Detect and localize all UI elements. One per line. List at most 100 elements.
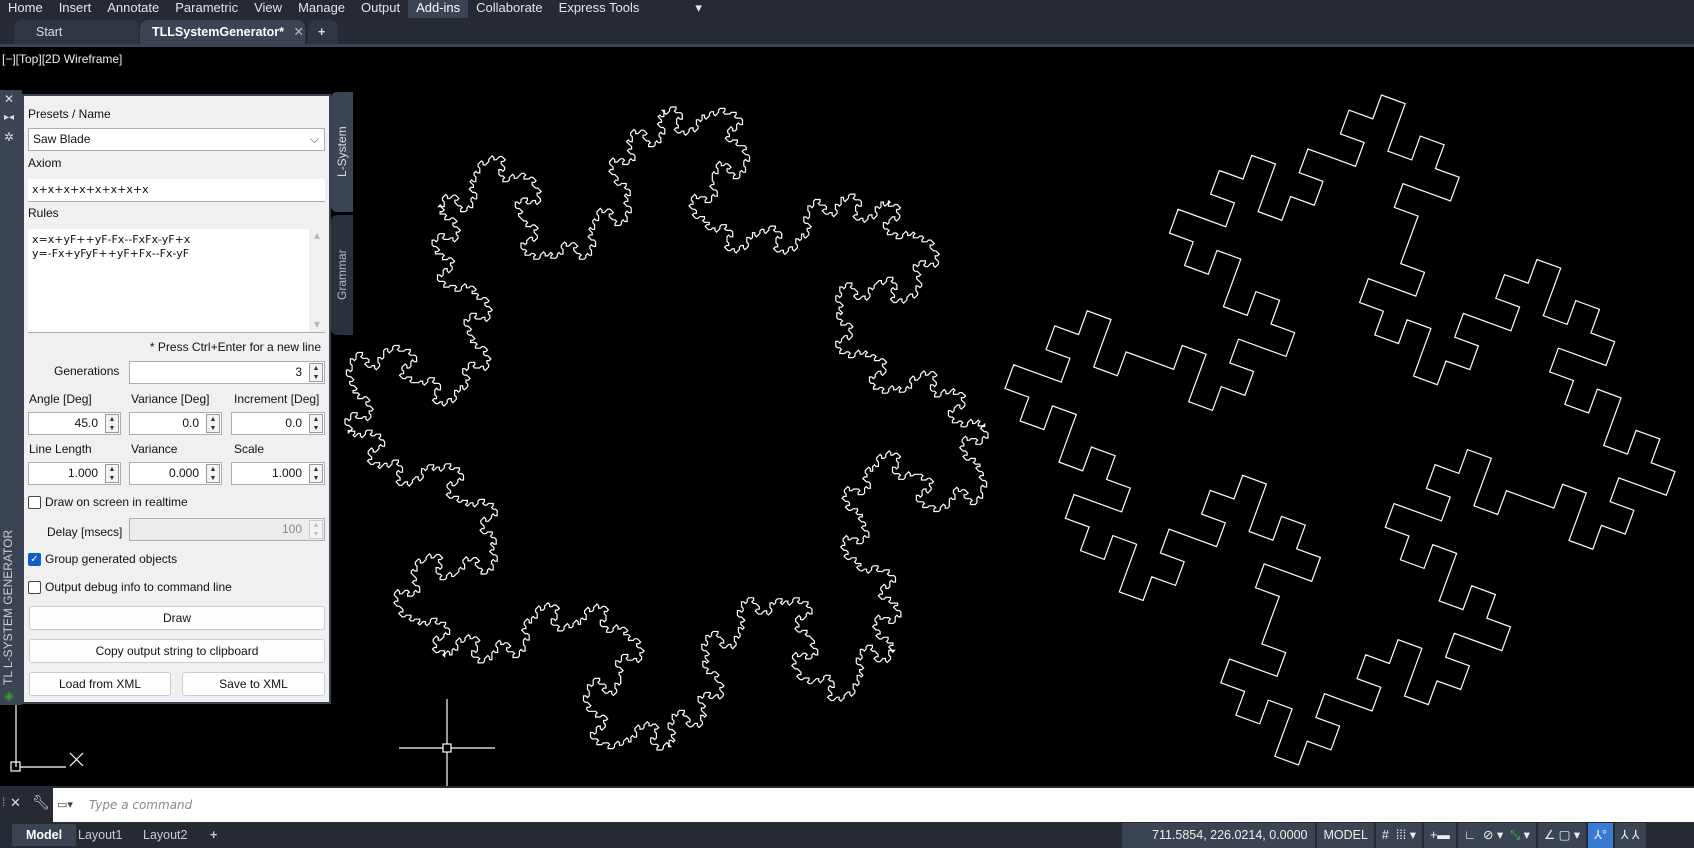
increment-value: 0.0: [285, 416, 302, 430]
tab-active-drawing[interactable]: TLLSystemGenerator* ✕: [140, 20, 305, 44]
line-length-label: Line Length: [29, 442, 92, 456]
scrollbar[interactable]: ▲ ▼: [309, 229, 325, 332]
generations-spinner[interactable]: 3 ▲ ▼: [129, 361, 325, 384]
tab-label: Start: [36, 25, 63, 39]
crosshair-cursor: [399, 699, 495, 787]
line-length-spinner[interactable]: 1.000 ▲ ▼: [28, 462, 121, 485]
menu-annotate[interactable]: Annotate: [99, 0, 167, 18]
close-tab-icon[interactable]: ✕: [293, 25, 303, 39]
rule-line: x=x+yF++yF-Fx--FxFx-yF+x: [32, 233, 191, 246]
spinner-arrows-icon[interactable]: ▲ ▼: [206, 464, 220, 483]
palette-title-bar[interactable]: ✕ ▸◂ ✲ TL L-SYSTEM GENERATOR ◈: [0, 90, 22, 705]
auto-hide-icon[interactable]: ▸◂: [4, 112, 14, 123]
chevron-down-icon: ⌵: [309, 132, 319, 146]
axiom-input[interactable]: x+x+x+x+x+x+x+x: [28, 179, 325, 202]
close-icon[interactable]: ✕: [4, 92, 14, 106]
variance-deg-spinner[interactable]: 0.0 ▲ ▼: [129, 412, 222, 435]
draw-button[interactable]: Draw: [29, 606, 325, 630]
generations-value: 3: [295, 365, 302, 379]
rule-line: y=-Fx+yFyF++yF+Fx--Fx-yF: [32, 247, 190, 260]
palette-logo-icon: ◈: [4, 688, 14, 703]
spinner-arrows-icon[interactable]: ▲ ▼: [206, 414, 220, 433]
variance-label: Variance: [131, 442, 178, 456]
spinner-arrows-icon[interactable]: ▲ ▼: [105, 464, 119, 483]
debug-checkbox[interactable]: [28, 581, 41, 594]
spinner-arrows-icon: ▲ ▼: [309, 520, 323, 539]
snap-infer-icon[interactable]: +▬: [1424, 823, 1456, 848]
close-icon[interactable]: ✕: [10, 795, 21, 811]
preset-dropdown[interactable]: Saw Blade ⌵: [28, 128, 325, 151]
scale-value: 1.000: [271, 466, 302, 480]
lsystem-island-drawing: [1004, 94, 1676, 766]
group-checkbox[interactable]: ✓: [28, 553, 41, 566]
command-history-icon[interactable]: ▭▾: [57, 788, 73, 822]
tab-layout1[interactable]: Layout1: [70, 824, 130, 846]
menu-output[interactable]: Output: [353, 0, 408, 18]
tab-label: TLLSystemGenerator*: [152, 25, 284, 39]
menu-view[interactable]: View: [246, 0, 290, 18]
copy-output-button[interactable]: Copy output string to clipboard: [29, 639, 325, 663]
properties-icon[interactable]: ✲: [4, 130, 14, 144]
lsystem-diamond-drawing: [344, 106, 989, 751]
increment-label: Increment [Deg]: [234, 392, 320, 406]
menu-express-tools[interactable]: Express Tools: [551, 0, 648, 18]
spinner-arrows-icon[interactable]: ▲ ▼: [309, 363, 323, 382]
tab-grammar[interactable]: Grammar: [331, 215, 353, 335]
drag-handle-icon[interactable]: ⁞: [2, 795, 5, 809]
grid-icon[interactable]: # ⁞⁞⁞ ▾: [1375, 823, 1422, 848]
tab-start[interactable]: Start: [14, 20, 139, 44]
increment-spinner[interactable]: 0.0 ▲ ▼: [231, 412, 325, 435]
coordinates-readout[interactable]: 711.5854, 226.0214, 0.0000: [1122, 823, 1316, 848]
menu-insert[interactable]: Insert: [51, 0, 100, 18]
document-tabs: Start TLLSystemGenerator* ✕ +: [0, 18, 1694, 44]
save-xml-button[interactable]: Save to XML: [182, 672, 325, 696]
ribbon-menu: Home Insert Annotate Parametric View Manage Ou…: [0, 0, 1694, 18]
angle-value: 45.0: [74, 416, 98, 430]
menu-home[interactable]: Home: [0, 0, 51, 18]
tab-layout2[interactable]: Layout2: [135, 824, 195, 846]
menu-collaborate[interactable]: Collaborate: [468, 0, 551, 18]
status-bar: 711.5854, 226.0214, 0.0000 MODEL # ⁞⁞⁞ ▾…: [1122, 823, 1648, 848]
variance-spinner[interactable]: 0.000 ▲ ▼: [129, 462, 222, 485]
palette-title: TL L-SYSTEM GENERATOR: [1, 529, 15, 685]
spinner-arrows-icon[interactable]: ▲ ▼: [309, 414, 323, 433]
add-layout-button[interactable]: +: [202, 824, 225, 846]
tab-l-system[interactable]: L-System: [331, 92, 353, 212]
variance-deg-value: 0.0: [182, 416, 199, 430]
realtime-checkbox[interactable]: [28, 496, 41, 509]
ortho-polar-icon[interactable]: ∟ ⊘ ▾ ⤡ ▾: [1457, 823, 1536, 848]
spinner-arrows-icon[interactable]: ▲ ▼: [309, 464, 323, 483]
realtime-label: Draw on screen in realtime: [45, 495, 188, 509]
load-xml-button[interactable]: Load from XML: [29, 672, 171, 696]
angle-label: Angle [Deg]: [29, 392, 92, 406]
delay-value: 100: [281, 522, 302, 536]
debug-label: Output debug info to command line: [45, 580, 232, 594]
rules-label: Rules: [28, 206, 59, 220]
delay-spinner: 100 ▲ ▼: [129, 518, 325, 541]
axiom-label: Axiom: [28, 156, 62, 170]
line-length-value: 1.000: [67, 466, 98, 480]
scale-spinner[interactable]: 1.000 ▲ ▼: [231, 462, 325, 485]
presets-label: Presets / Name: [28, 107, 111, 121]
menu-manage[interactable]: Manage: [290, 0, 353, 18]
command-placeholder: Type a command: [89, 798, 193, 812]
model-space-toggle[interactable]: MODEL: [1317, 823, 1374, 848]
scale-label: Scale: [234, 442, 265, 456]
rules-textarea[interactable]: x=x+yF++yF-Fx--FxFx-yF+x y=-Fx+yFyF++yF+…: [28, 229, 325, 333]
annotation-scale-icon[interactable]: ⅄°: [1588, 823, 1613, 848]
group-label: Group generated objects: [45, 552, 178, 566]
menu-parametric[interactable]: Parametric: [167, 0, 246, 18]
workspace-dropdown-icon[interactable]: ▾: [687, 0, 710, 18]
new-tab-button[interactable]: +: [308, 20, 338, 44]
delay-label: Delay [msecs]: [47, 525, 123, 539]
command-input[interactable]: ▭▾ Type a command: [53, 788, 1694, 822]
osnap-icon[interactable]: ∠ ▢ ▾: [1537, 823, 1587, 848]
angle-spinner[interactable]: 45.0 ▲ ▼: [28, 412, 121, 435]
rules-hint: * Press Ctrl+Enter for a new line: [149, 340, 321, 354]
menu-add-ins[interactable]: Add-ins: [408, 0, 469, 18]
spinner-arrows-icon[interactable]: ▲ ▼: [105, 414, 119, 433]
generations-label: Generations: [54, 364, 120, 378]
annotation-visibility-icon[interactable]: ⅄ ⅄: [1614, 823, 1646, 848]
customize-wrench-icon[interactable]: 🔧︎: [32, 794, 50, 811]
tab-model[interactable]: Model: [12, 824, 77, 846]
